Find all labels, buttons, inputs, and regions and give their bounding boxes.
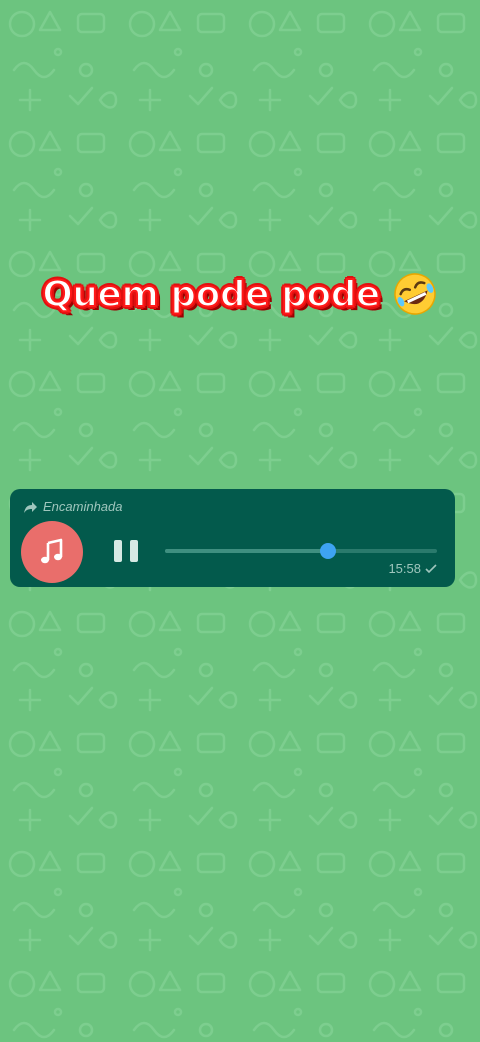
caption: Quem pode pode	[0, 266, 480, 322]
audio-avatar	[21, 521, 83, 583]
pause-button[interactable]	[114, 540, 138, 562]
audio-progress-track[interactable]	[165, 549, 437, 553]
message-time: 15:58	[388, 561, 421, 576]
music-note-icon	[41, 538, 63, 564]
audio-progress-fill	[165, 549, 329, 553]
forward-arrow-icon	[24, 501, 37, 513]
message-meta: 15:58	[388, 561, 437, 576]
voice-message-bubble[interactable]: Encaminhada 15:58	[10, 489, 455, 587]
rolling-laughing-emoji	[394, 273, 436, 315]
forwarded-label: Encaminhada	[24, 499, 123, 514]
caption-text: Quem pode pode	[41, 273, 381, 316]
check-icon	[425, 563, 437, 573]
pause-icon	[114, 540, 122, 562]
audio-progress-thumb[interactable]	[320, 543, 337, 559]
forwarded-text: Encaminhada	[43, 499, 123, 514]
